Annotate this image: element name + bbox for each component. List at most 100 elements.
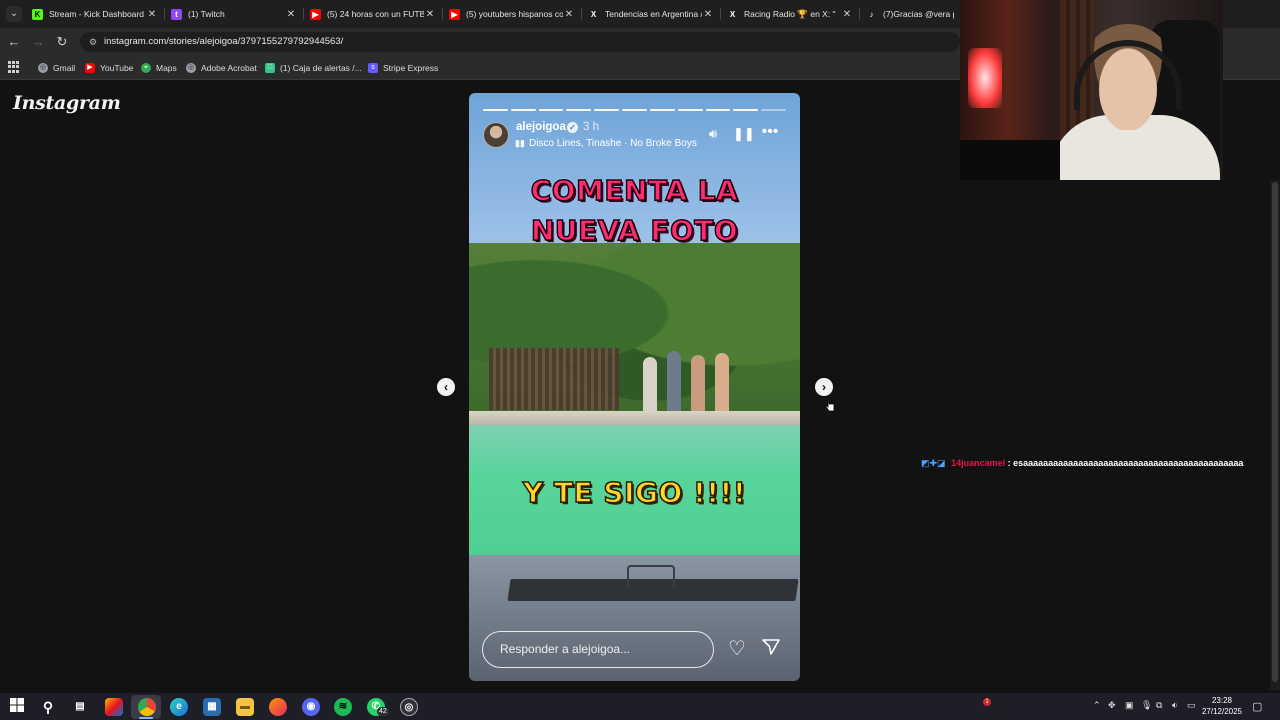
more-options-icon[interactable]: ••• xyxy=(759,124,781,140)
forward-arrow-icon[interactable]: → xyxy=(30,34,46,50)
close-icon[interactable]: ✕ xyxy=(702,9,714,20)
chat-username: 14juancamel xyxy=(951,458,1006,468)
apps-grid-icon[interactable] xyxy=(8,61,20,73)
tab-x-trends[interactable]: X Tendencias en Argentina / ✕ xyxy=(582,2,720,26)
bookmark-label: Maps xyxy=(156,63,177,73)
task-view-icon[interactable]: ▤ xyxy=(71,698,89,716)
taskbar xyxy=(0,693,1280,720)
tab-x-racing[interactable]: X Racing Radio 🏆 en X: " ✕ xyxy=(721,2,859,26)
bookmark-label: Adobe Acrobat xyxy=(201,63,257,73)
spotify-icon[interactable]: ≋ xyxy=(334,698,352,716)
chevron-up-icon[interactable]: ⌃ xyxy=(1093,700,1101,711)
story-progress-bars xyxy=(483,109,786,111)
file-explorer-icon[interactable]: ▬ xyxy=(236,698,254,716)
site-settings-icon[interactable]: ⚙ xyxy=(87,36,99,48)
store-icon[interactable]: ▦ xyxy=(203,698,221,716)
bookmark-stripe[interactable]: s Stripe Express xyxy=(368,61,438,75)
tray-monitor-icon[interactable]: ▣ xyxy=(1125,700,1134,711)
search-icon[interactable]: ⚲ xyxy=(39,698,57,716)
volume-icon[interactable]: 🔊︎ xyxy=(705,127,721,141)
stripe-icon: s xyxy=(368,63,378,73)
story-bench-handle xyxy=(627,565,675,587)
discord-icon[interactable]: ◉ xyxy=(302,698,320,716)
url-text[interactable]: instagram.com/stories/alejoigoa/37971552… xyxy=(104,36,343,47)
bookmark-label: (1) Caja de alertas /... xyxy=(280,63,362,73)
story-progress-segment xyxy=(649,109,675,111)
music-title: No Broke Boys xyxy=(630,138,697,149)
webcam-overlay xyxy=(960,0,1223,180)
story-music[interactable]: Disco Lines, Tinashe · No Broke Boys xyxy=(529,138,697,149)
edge-icon[interactable]: e xyxy=(170,698,188,716)
network-icon[interactable]: ▭ xyxy=(1187,700,1196,711)
chat-text: : esaaaaaaaaaaaaaaaaaaaaaaaaaaaaaaaaaaaa… xyxy=(1007,458,1244,468)
tab-title: (5) youtubers hispanos con xyxy=(466,9,563,19)
tab-tiktok[interactable]: ♪ (7)Gracias @vera por co xyxy=(860,2,960,26)
system-clock[interactable]: 23:28 27/12/2025 xyxy=(1196,695,1248,717)
tray-device-icon[interactable]: ⧉ xyxy=(1156,700,1162,711)
tab-title: (1) Twitch xyxy=(188,9,225,19)
tab-youtube-1[interactable]: ▶ (5) 24 horas con un FUTBOLISTA ✕ xyxy=(304,2,442,26)
close-icon[interactable]: ✕ xyxy=(424,9,436,20)
bookmark-label: Stripe Express xyxy=(383,63,439,73)
story-viewer[interactable]: alejoigoa ✓ 3 h ▮▮ Disco Lines, Tinashe … xyxy=(469,93,800,681)
bookmark-alerts[interactable]: □ (1) Caja de alertas /... xyxy=(265,61,362,75)
acrobat-icon: ◎ xyxy=(186,63,196,73)
alerts-icon: □ xyxy=(265,63,275,73)
tab-twitch[interactable]: t (1) Twitch ✕ xyxy=(165,2,303,26)
windows-start-icon[interactable] xyxy=(8,698,26,716)
story-progress-segment xyxy=(566,109,592,111)
x-icon: X xyxy=(590,9,597,19)
avatar[interactable] xyxy=(483,122,509,148)
story-username[interactable]: alejoigoa xyxy=(516,121,566,133)
instagram-logo[interactable]: Instagram xyxy=(13,92,121,114)
back-arrow-icon[interactable]: ← xyxy=(6,34,22,50)
story-caption-bottom: Y TE SIGO !!!! xyxy=(522,475,747,510)
story-time: 3 h xyxy=(583,121,599,133)
bookmark-label: YouTube xyxy=(100,63,134,73)
chrome-icon[interactable] xyxy=(138,698,156,716)
story-progress-segment xyxy=(510,109,536,111)
obs-icon[interactable]: ◎ xyxy=(400,698,418,716)
caption-line: COMENTA LA xyxy=(530,173,739,208)
heart-icon[interactable]: ♡ xyxy=(725,637,749,661)
kick-icon: K xyxy=(32,8,43,20)
story-fence xyxy=(489,348,619,410)
close-icon[interactable]: ✕ xyxy=(285,9,297,20)
close-icon[interactable]: ✕ xyxy=(146,9,158,20)
tab-youtube-2[interactable]: ▶ (5) youtubers hispanos con ✕ xyxy=(443,2,581,26)
bookmark-gmail[interactable]: ◎ Gmail xyxy=(38,61,75,75)
story-progress-segment xyxy=(538,109,564,111)
youtube-icon: ▶ xyxy=(85,63,95,73)
next-story-button[interactable]: › xyxy=(815,378,833,396)
firefox-icon[interactable] xyxy=(269,698,287,716)
tiktok-icon: ♪ xyxy=(869,9,874,19)
scrollbar-thumb[interactable] xyxy=(1272,182,1278,682)
story-progress-segment xyxy=(733,109,759,111)
send-icon[interactable] xyxy=(759,637,783,661)
webcam-red-light xyxy=(968,48,1002,108)
microphone-icon[interactable]: 🎙︎ xyxy=(1141,700,1152,711)
notification-badge: 1 xyxy=(983,698,991,706)
clock-date: 27/12/2025 xyxy=(1201,707,1243,716)
story-pool-edge xyxy=(469,411,800,425)
music-artists: Disco Lines, Tinashe xyxy=(529,138,622,149)
youtube-icon: ▶ xyxy=(310,8,321,20)
pause-icon[interactable]: ❚❚ xyxy=(733,127,755,141)
previous-story-button[interactable]: ‹ xyxy=(437,378,455,396)
tray-app-icon[interactable]: ✥ xyxy=(1108,700,1116,711)
reload-icon[interactable]: ↻ xyxy=(54,34,70,50)
bookmark-acrobat[interactable]: ◎ Adobe Acrobat xyxy=(186,61,257,75)
bookmark-youtube[interactable]: ▶ YouTube xyxy=(85,61,133,75)
close-icon[interactable]: ✕ xyxy=(563,9,575,20)
reply-input[interactable]: Responder a alejoigoa... xyxy=(482,631,714,668)
copilot-icon[interactable] xyxy=(105,698,123,716)
volume-icon[interactable]: 🔉︎ xyxy=(1172,700,1178,711)
tab-search-button[interactable]: ⌄ xyxy=(6,6,22,22)
story-progress-segment xyxy=(705,109,731,111)
notifications-icon[interactable]: ▢ xyxy=(1252,700,1262,713)
bookmark-maps[interactable]: ⌖ Maps xyxy=(141,61,177,75)
close-icon[interactable]: ✕ xyxy=(841,9,853,20)
tab-kick[interactable]: K Stream - Kick Dashboard ✕ xyxy=(26,2,164,26)
taskbar-active-indicator xyxy=(139,717,153,719)
music-bars-icon: ▮▮ xyxy=(515,138,525,148)
